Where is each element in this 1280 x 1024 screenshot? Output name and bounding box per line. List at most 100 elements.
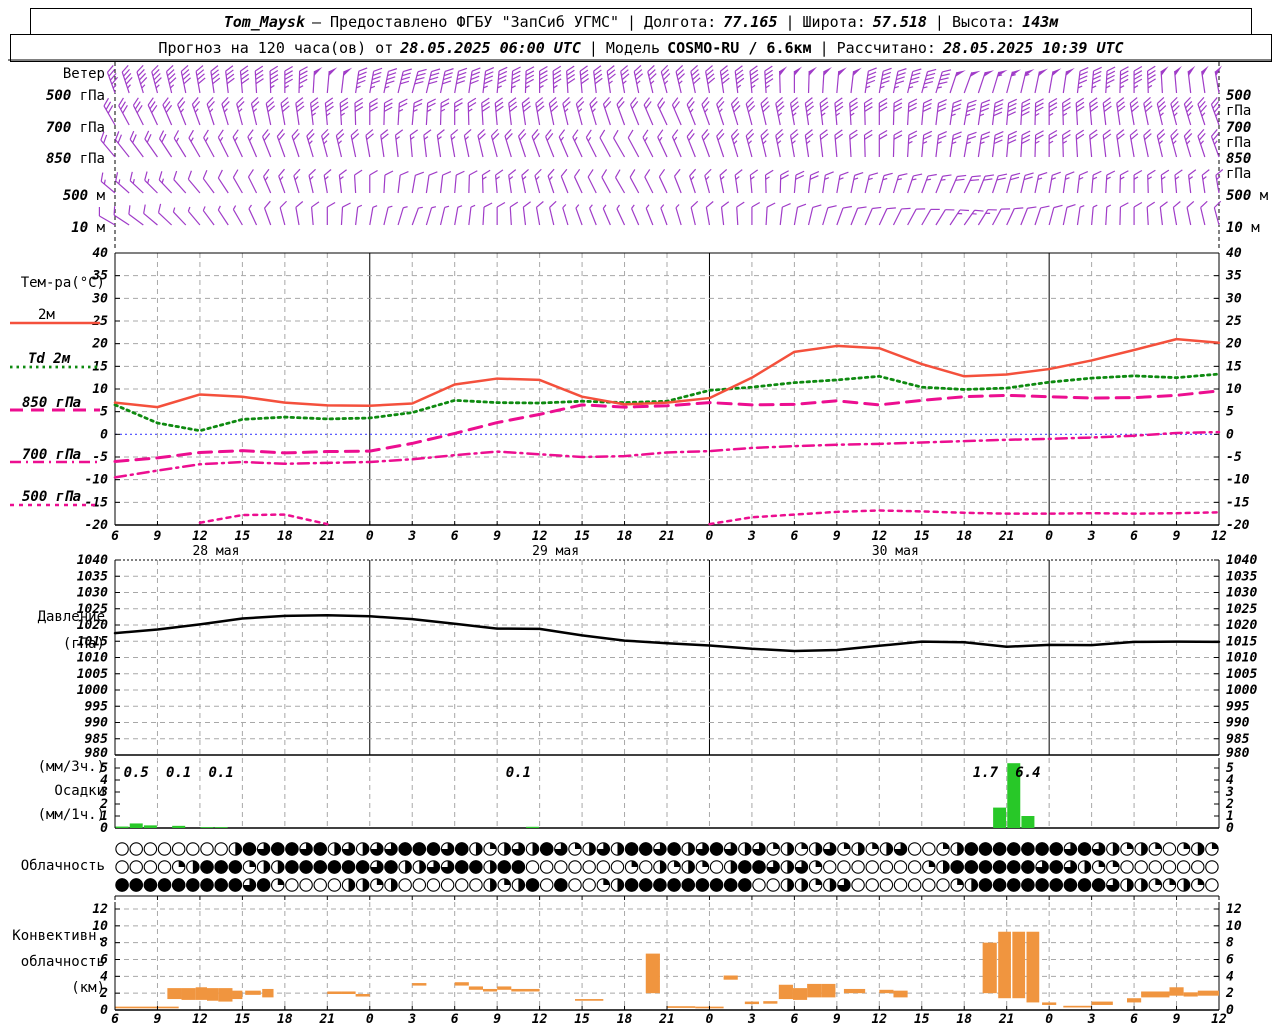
- cloud-cover-symbol: [907, 842, 922, 856]
- wind-barb-feather: [553, 74, 562, 80]
- wind-barb-half-feather: [560, 136, 565, 142]
- wind-barb-feather: [642, 129, 649, 138]
- wind-barb-staff: [686, 104, 696, 126]
- cloud-cover-symbol: [610, 860, 625, 874]
- wind-barb-feather: [429, 76, 439, 81]
- wind-barb-feather: [1133, 74, 1143, 80]
- cloud-cover-fill: [1007, 878, 1021, 892]
- bottom-hour-label: 3: [747, 1012, 756, 1024]
- bottom-hour-label: 3: [1087, 1012, 1096, 1024]
- wind-barb-feather: [354, 106, 364, 112]
- wind-barb-staff: [1119, 174, 1122, 194]
- wind-barb-staff: [1197, 135, 1206, 158]
- cloud-cover-fill: [639, 878, 653, 892]
- cloud-cover-fill: [1127, 878, 1134, 892]
- wind-barb-staff: [921, 135, 925, 158]
- wind-barb-feather: [416, 72, 426, 77]
- hour-label: 6: [1130, 529, 1138, 544]
- conv-cloud-bar: [1169, 987, 1184, 996]
- convective-panel: 0 02 24 46 68 810 1012 126 9 12 15 18 21 0 3 6 9 12 15 18 21…: [92, 902, 1242, 1024]
- wind-barb-staff: [716, 103, 725, 126]
- wind-barb-feather: [952, 103, 962, 108]
- pressure-ytick-label-left: 1040: [77, 553, 108, 568]
- precip-bar: [115, 826, 129, 828]
- wind-barb-half-feather: [675, 204, 680, 209]
- wind-barb-feather: [1159, 201, 1168, 208]
- wind-barb-feather: [456, 170, 465, 176]
- conv-cloud-bar: [1063, 1005, 1092, 1008]
- wind-barb-feather: [469, 170, 478, 176]
- wind-barb-feather: [820, 133, 829, 140]
- wind-barb-feather: [354, 169, 363, 176]
- cloud-cover-fill: [1021, 842, 1035, 856]
- wind-barb-feather: [454, 102, 463, 108]
- wind-barb-feather: [1007, 102, 1017, 108]
- wind-barb-staff: [496, 71, 500, 94]
- cloud-cover-fill: [667, 842, 681, 856]
- cloud-cover-fill: [659, 860, 667, 874]
- wind-barb-feather: [671, 129, 679, 138]
- pressure-ytick-label-right: 1020: [1226, 618, 1257, 633]
- cloud-cover-fill: [228, 860, 243, 874]
- wind-barb-staff: [191, 104, 201, 126]
- cloud-cover-fill: [1098, 860, 1105, 867]
- wind-barb-feather: [431, 68, 441, 73]
- wind-barb-half-feather: [777, 112, 783, 117]
- cloud-cover-fill: [412, 842, 427, 856]
- bottom-hour-label: 21: [998, 1012, 1015, 1024]
- wind-barb-half-feather: [616, 204, 621, 210]
- cloud-cover-symbol: [752, 878, 766, 892]
- wind-barb-feather: [1133, 201, 1143, 208]
- wind-barb-feather: [1008, 130, 1018, 136]
- cloud-cover-fill: [376, 878, 384, 885]
- wind-barb-feather: [430, 72, 440, 77]
- wind-barb-feather: [1090, 105, 1099, 112]
- wind-barb-row-3: [100, 168, 1224, 194]
- wind-barb-feather: [994, 103, 1004, 108]
- wind-barb-flag: [1188, 65, 1196, 77]
- wind-barb-half-feather: [705, 176, 710, 181]
- cloud-cover-symbol: [766, 878, 780, 892]
- cloud-cover-fill: [214, 860, 228, 874]
- wind-barb-half-feather: [1201, 112, 1206, 117]
- temp-ytick-label-left: 40: [92, 246, 108, 261]
- hour-label: 15: [235, 529, 251, 544]
- wind-barb-feather: [1079, 171, 1089, 176]
- conv-cloud-bar: [327, 991, 342, 995]
- wind-barb-staff: [822, 207, 829, 226]
- wind-barb-staff: [411, 207, 419, 226]
- wind-barb-flag: [1065, 67, 1075, 77]
- wind-barb-feather: [113, 206, 116, 216]
- wind-barb-half-feather: [324, 176, 329, 180]
- wind-barb-feather: [122, 105, 128, 114]
- cloud-cover-symbol: [313, 878, 327, 892]
- wind-barb-half-feather: [806, 112, 812, 117]
- wind-barb-feather: [129, 130, 135, 140]
- wind-barb-feather: [1133, 169, 1143, 176]
- wind-barb-feather: [879, 134, 888, 140]
- cloud-cover-fill: [589, 842, 596, 856]
- wind-barb-feather: [511, 74, 521, 80]
- wind-barb-staff: [206, 103, 215, 126]
- conv-cloud-bar: [1141, 991, 1170, 998]
- wind-barb-staff: [326, 71, 330, 94]
- wind-barb-feather: [384, 106, 393, 112]
- wind-barb-staff: [1105, 206, 1108, 226]
- wind-barb-staff: [1160, 174, 1163, 194]
- wind-barb-feather: [442, 171, 452, 176]
- wind-barb-flag: [1174, 65, 1182, 77]
- wind-barb-staff: [601, 176, 611, 194]
- wind-barb-feather: [402, 72, 411, 77]
- wind-barb-feather: [536, 201, 544, 208]
- cloud-cover-fill: [391, 878, 398, 892]
- wind-barb-feather: [539, 74, 548, 80]
- wind-barb-feather: [469, 79, 479, 85]
- cloud-cover-symbol: [582, 860, 596, 874]
- wind-barb-half-feather: [132, 179, 135, 184]
- wind-barb-feather: [1133, 65, 1143, 72]
- wind-barb-feather: [482, 169, 491, 176]
- wind-barb-feather: [994, 135, 1004, 140]
- cloud-cover-fill: [829, 878, 836, 892]
- wind-barb-half-feather: [1202, 176, 1207, 180]
- wind-barb-feather: [1106, 74, 1115, 80]
